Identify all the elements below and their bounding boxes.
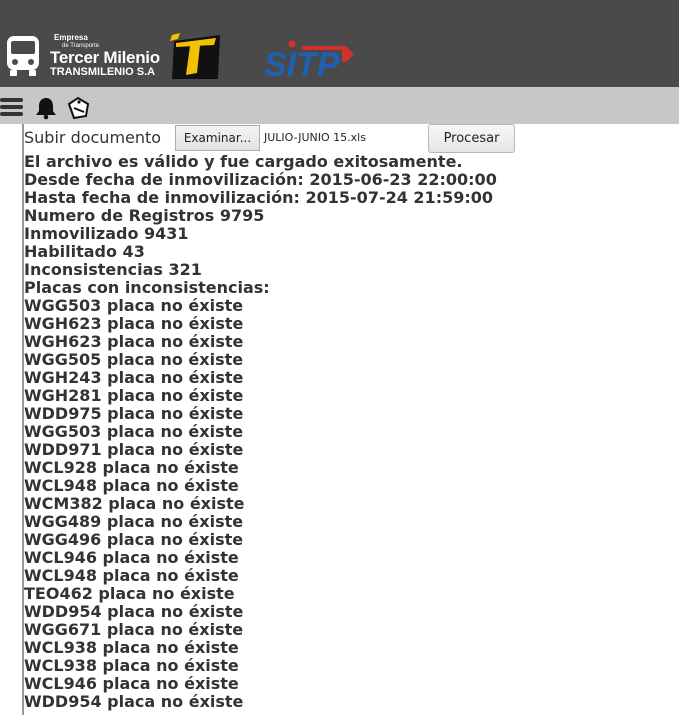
from-date: Desde fecha de inmovilización: 2015-06-2… xyxy=(24,170,497,189)
upload-results: El archivo es válido y fue cargado exito… xyxy=(24,153,674,711)
plate-item: WDD954 placa no éxiste xyxy=(24,602,244,621)
enabled-count: Habilitado 43 xyxy=(24,242,145,261)
plate-item: TEO462 placa no éxiste xyxy=(24,584,235,603)
valid-message: El archivo es válido y fue cargado exito… xyxy=(24,152,463,171)
company-line1: Empresa xyxy=(54,33,88,42)
plate-item: WGG505 placa no éxiste xyxy=(24,350,244,369)
plate-item: WDD971 placa no éxiste xyxy=(24,440,244,459)
browse-button[interactable]: Examinar... xyxy=(175,125,260,151)
plate-item: WGG496 placa no éxiste xyxy=(24,530,244,549)
plate-item: WDD975 placa no éxiste xyxy=(24,404,244,423)
company-line3: Tercer Milenio xyxy=(50,48,160,67)
plate-item: WGH281 placa no éxiste xyxy=(24,386,244,405)
plate-item: WCL928 placa no éxiste xyxy=(24,458,239,477)
plate-item: WCL946 placa no éxiste xyxy=(24,548,239,567)
plate-item: WCL948 placa no éxiste xyxy=(24,566,239,585)
process-button[interactable]: Procesar xyxy=(428,124,515,153)
upload-label: Subir documento xyxy=(24,128,162,147)
plate-item: WCL938 placa no éxiste xyxy=(24,656,239,675)
plate-item: WGG671 placa no éxiste xyxy=(24,620,244,639)
plate-item: WCL948 placa no éxiste xyxy=(24,476,239,495)
plate-item: WGH623 placa no éxiste xyxy=(24,314,244,333)
plate-item: WCM382 placa no éxiste xyxy=(24,494,245,513)
plate-item: WCL938 placa no éxiste xyxy=(24,638,239,657)
app-header: Empresa de Transporte Tercer Milenio TRA… xyxy=(0,0,679,87)
plates-header: Placas con inconsistencias: xyxy=(24,278,270,297)
tag-icon[interactable] xyxy=(66,96,92,120)
plate-item: WGH623 placa no éxiste xyxy=(24,332,244,351)
hamburger-menu-icon[interactable] xyxy=(0,96,24,118)
records-count: Numero de Registros 9795 xyxy=(24,206,265,225)
plate-item: WCL946 placa no éxiste xyxy=(24,674,239,693)
main-content: Subir documento Examinar... JULIO-JUNIO … xyxy=(22,124,679,715)
toolbar xyxy=(0,87,679,124)
company-line4: TRANSMILENIO S.A xyxy=(50,66,156,78)
sitp-logo-text: SITP xyxy=(264,46,340,82)
company-name-logo: Empresa de Transporte Tercer Milenio TRA… xyxy=(50,34,160,78)
t-logo-icon xyxy=(170,33,220,79)
inconsistencies-count: Inconsistencias 321 xyxy=(24,260,202,279)
upload-form: Subir documento Examinar... JULIO-JUNIO … xyxy=(24,124,679,154)
bus-logo-icon xyxy=(7,36,39,76)
immobilized-count: Inmovilizado 9431 xyxy=(24,224,189,243)
to-date: Hasta fecha de inmovilización: 2015-07-2… xyxy=(24,188,494,207)
plate-item: WGH243 placa no éxiste xyxy=(24,368,244,387)
sitp-logo-icon: SITP xyxy=(264,40,354,82)
plate-item: WGG503 placa no éxiste xyxy=(24,296,244,315)
plate-item: WGG489 placa no éxiste xyxy=(24,512,244,531)
bell-icon[interactable] xyxy=(34,96,58,120)
selected-file-name: JULIO-JUNIO 15.xls xyxy=(264,131,366,144)
plate-item: WGG503 placa no éxiste xyxy=(24,422,244,441)
plate-item: WDD954 placa no éxiste xyxy=(24,692,244,711)
